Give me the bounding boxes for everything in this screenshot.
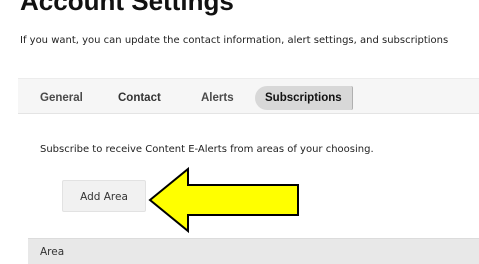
subscribe-description: Subscribe to receive Content E-Alerts fr… [40,144,374,155]
page-title: Account Settings [20,0,234,16]
intro-text: If you want, you can update the contact … [20,35,449,46]
tab-alerts[interactable]: Alerts [195,86,240,110]
tab-subscriptions[interactable]: Subscriptions [255,86,353,110]
tab-general[interactable]: General [34,86,89,110]
annotation-arrow [148,166,299,234]
settings-tab-bar: General Contact Alerts Subscriptions [18,78,479,114]
tab-contact[interactable]: Contact [112,86,167,110]
add-area-button[interactable]: Add Area [62,180,146,212]
left-arrow-shape [148,166,299,234]
column-header-area: Area [40,246,65,258]
areas-table-header: Area [28,238,479,264]
